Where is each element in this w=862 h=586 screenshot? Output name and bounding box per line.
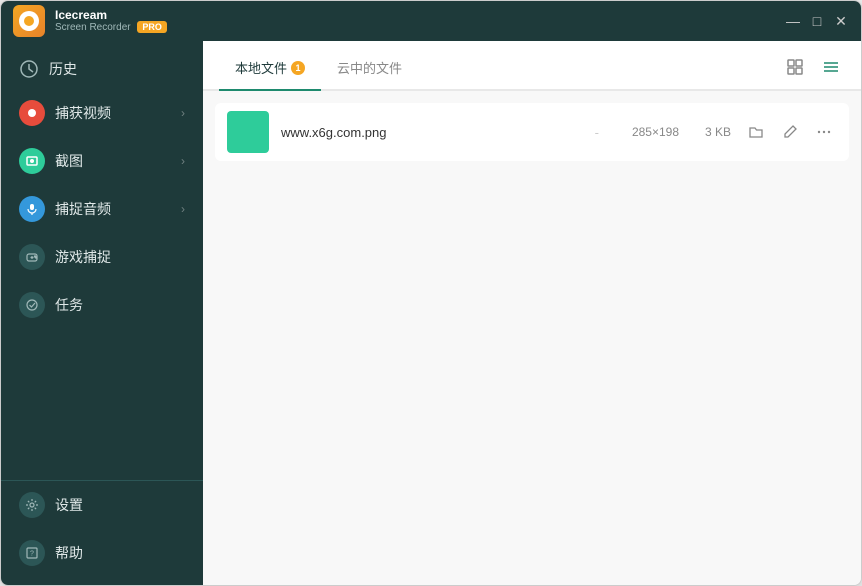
sidebar-item-help[interactable]: ? 帮助 <box>1 529 203 577</box>
settings-label: 设置 <box>55 495 83 515</box>
help-label: 帮助 <box>55 543 83 563</box>
edit-button[interactable] <box>777 119 803 145</box>
capture-audio-label: 捕捉音频 <box>55 199 111 219</box>
title-bar-left: Icecream Screen Recorder PRO <box>13 5 167 37</box>
capture-video-label: 捕获视频 <box>55 103 111 123</box>
history-icon <box>19 59 39 79</box>
sidebar-item-capture-video[interactable]: 捕获视频 › <box>1 89 203 137</box>
file-separator: - <box>587 125 607 140</box>
history-label: 历史 <box>49 59 77 79</box>
screenshot-icon <box>19 148 45 174</box>
capture-audio-icon <box>19 196 45 222</box>
tabs-bar: 本地文件 1 云中的文件 <box>203 41 861 91</box>
game-capture-icon <box>19 244 45 270</box>
list-view-button[interactable] <box>817 53 845 81</box>
tasks-icon <box>19 292 45 318</box>
screenshot-arrow: › <box>181 154 185 168</box>
tab-cloud-files[interactable]: 云中的文件 <box>321 46 418 89</box>
file-dimensions: 285×198 <box>619 125 679 139</box>
file-thumbnail <box>227 111 269 153</box>
file-size: 3 KB <box>691 125 731 139</box>
file-name: www.x6g.com.png <box>281 125 575 140</box>
app-title-name: Icecream <box>55 8 167 22</box>
sidebar-item-capture-audio[interactable]: 捕捉音频 › <box>1 185 203 233</box>
file-list: www.x6g.com.png - 285×198 3 KB <box>203 91 861 585</box>
settings-icon <box>19 492 45 518</box>
help-icon: ? <box>19 540 45 566</box>
sidebar-item-settings[interactable]: 设置 <box>1 481 203 529</box>
tab-local-files[interactable]: 本地文件 1 <box>219 46 321 89</box>
sidebar-history: 历史 <box>1 49 203 89</box>
right-panel: 本地文件 1 云中的文件 <box>203 41 861 585</box>
capture-video-arrow: › <box>181 106 185 120</box>
app-window: Icecream Screen Recorder PRO — □ ✕ <box>0 0 862 586</box>
pro-badge: PRO <box>137 21 167 33</box>
sidebar-bottom: 设置 ? 帮助 <box>1 480 203 585</box>
sidebar-spacer <box>1 329 203 480</box>
screenshot-label: 截图 <box>55 151 83 171</box>
main-content: 历史 捕获视频 › 截图 <box>1 41 861 585</box>
sidebar-item-screenshot[interactable]: 截图 › <box>1 137 203 185</box>
more-options-button[interactable] <box>811 119 837 145</box>
tab-cloud-files-label: 云中的文件 <box>337 58 402 77</box>
app-title-sub: Screen Recorder PRO <box>55 22 167 34</box>
file-item[interactable]: www.x6g.com.png - 285×198 3 KB <box>215 103 849 161</box>
sidebar: 历史 捕获视频 › 截图 <box>1 41 203 585</box>
tab-local-badge: 1 <box>291 61 305 75</box>
maximize-button[interactable]: □ <box>809 13 825 29</box>
app-logo <box>13 5 45 37</box>
grid-view-button[interactable] <box>781 53 809 81</box>
sidebar-item-tasks[interactable]: 任务 <box>1 281 203 329</box>
open-folder-button[interactable] <box>743 119 769 145</box>
tasks-label: 任务 <box>55 295 83 315</box>
tab-local-files-label: 本地文件 <box>235 58 287 77</box>
minimize-button[interactable]: — <box>785 13 801 29</box>
game-capture-label: 游戏捕捉 <box>55 247 111 267</box>
app-title-text: Icecream Screen Recorder PRO <box>55 8 167 34</box>
svg-text:?: ? <box>30 551 34 558</box>
capture-video-icon <box>19 100 45 126</box>
capture-audio-arrow: › <box>181 202 185 216</box>
app-logo-icon <box>19 11 39 31</box>
close-button[interactable]: ✕ <box>833 13 849 29</box>
view-toggle <box>781 53 845 89</box>
sidebar-item-game-capture[interactable]: 游戏捕捉 <box>1 233 203 281</box>
file-actions <box>743 119 837 145</box>
title-bar-controls: — □ ✕ <box>785 13 849 29</box>
title-bar: Icecream Screen Recorder PRO — □ ✕ <box>1 1 861 41</box>
